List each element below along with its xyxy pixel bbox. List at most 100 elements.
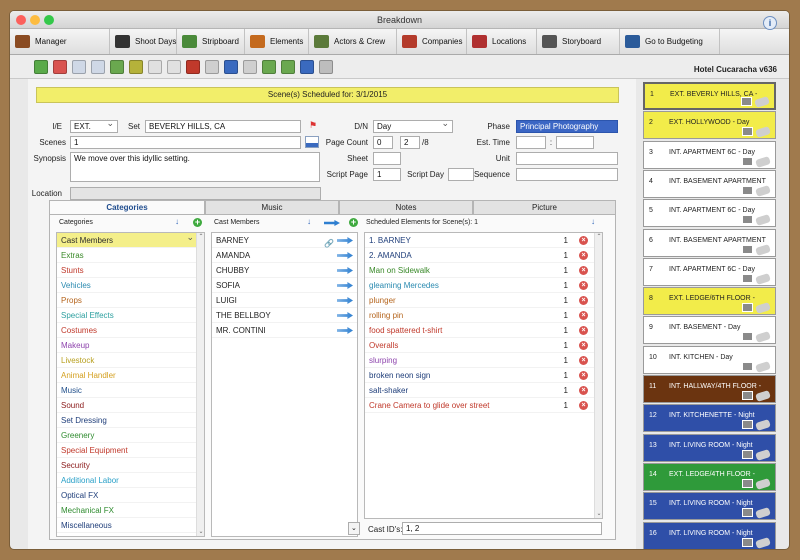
remove-element-icon[interactable]: × — [579, 266, 588, 275]
cast-ids-field[interactable]: 1, 2 — [402, 522, 602, 535]
nav-go-to-budgeting[interactable]: Go to Budgeting — [620, 29, 720, 54]
strip-15[interactable]: 15 INT. LIVING ROOM - Night — [643, 492, 776, 521]
nav-manager[interactable]: Manager — [10, 29, 110, 54]
scheduled-sort-icon[interactable]: ↓ — [591, 217, 595, 226]
close-window-button[interactable] — [16, 15, 26, 25]
strip-7[interactable]: 7 INT. APARTMENT 6C - Day — [643, 257, 776, 286]
scheduled-element-item[interactable]: Man on Sidewalk 1 × — [365, 263, 594, 278]
nav-locations[interactable]: Locations — [467, 29, 537, 54]
category-item[interactable]: Mechanical FX — [57, 503, 197, 518]
help-icon[interactable]: i — [763, 16, 777, 30]
category-item[interactable]: Cast Members — [57, 233, 197, 248]
add-to-scene-arrow-icon[interactable] — [337, 252, 353, 259]
nav-actors-crew[interactable]: Actors & Crew — [309, 29, 397, 54]
remove-element-icon[interactable]: × — [579, 341, 588, 350]
remove-element-icon[interactable]: × — [579, 281, 588, 290]
nav-shoot-days[interactable]: Shoot Days — [110, 29, 177, 54]
scheduled-element-item[interactable]: Overalls 1 × — [365, 338, 594, 353]
category-item[interactable]: Special Equipment — [57, 443, 197, 458]
remove-element-icon[interactable]: × — [579, 251, 588, 260]
minimize-window-button[interactable] — [30, 15, 40, 25]
cast-member-item[interactable]: MR. CONTINI — [212, 323, 357, 338]
pagecount-whole-field[interactable]: 0 — [373, 136, 393, 149]
category-item[interactable]: Optical FX — [57, 488, 197, 503]
category-item[interactable]: Security — [57, 458, 197, 473]
add-element-icon[interactable]: + — [349, 218, 358, 227]
copy-scene-icon[interactable] — [72, 60, 86, 74]
add-category-icon[interactable]: + — [193, 218, 202, 227]
nav-storyboard[interactable]: Storyboard — [537, 29, 620, 54]
scheduled-element-item[interactable]: rolling pin 1 × — [365, 308, 594, 323]
remove-element-icon[interactable]: × — [579, 401, 588, 410]
esttime-hours-field[interactable] — [516, 136, 546, 149]
strip-5[interactable]: 5 INT. APARTMENT 6C - Day — [643, 199, 776, 228]
unit-field[interactable] — [516, 152, 618, 165]
synopsis-field[interactable]: We move over this idyllic setting. — [70, 152, 320, 182]
strip-16[interactable]: 16 INT. LIVING ROOM - Night — [643, 521, 776, 549]
category-item[interactable]: Music — [57, 383, 197, 398]
set-field[interactable]: BEVERLY HILLS, CA — [145, 120, 301, 133]
scheduled-element-item[interactable]: salt-shaker 1 × — [365, 383, 594, 398]
category-item[interactable]: Animal Handler — [57, 368, 197, 383]
nav-elements[interactable]: Elements — [245, 29, 309, 54]
cast-member-item[interactable]: THE BELLBOY — [212, 308, 357, 323]
esttime-minutes-field[interactable] — [556, 136, 594, 149]
cast-member-item[interactable]: AMANDA — [212, 248, 357, 263]
scenes-field[interactable]: 1 — [70, 136, 301, 149]
category-item[interactable]: Livestock — [57, 353, 197, 368]
add-to-scene-arrow-icon[interactable] — [337, 267, 353, 274]
strip-12[interactable]: 12 INT. KITCHENETTE - Night — [643, 404, 776, 433]
scheduled-element-item[interactable]: 2. AMANDA 1 × — [365, 248, 594, 263]
category-item[interactable]: Set Dressing — [57, 413, 197, 428]
strip-1[interactable]: 1 EXT. BEVERLY HILLS, CA - — [643, 82, 776, 110]
scheduled-element-item[interactable]: slurping 1 × — [365, 353, 594, 368]
scheduled-element-item[interactable]: broken neon sign 1 × — [365, 368, 594, 383]
remove-element-icon[interactable]: × — [579, 296, 588, 305]
scheduled-element-item[interactable]: plunger 1 × — [365, 293, 594, 308]
location-field[interactable] — [70, 187, 321, 200]
delete-scene-icon[interactable] — [53, 60, 67, 74]
nav-companies[interactable]: Companies — [397, 29, 467, 54]
categories-sort-icon[interactable]: ↓ — [175, 217, 179, 226]
remove-element-icon[interactable]: × — [579, 236, 588, 245]
category-item[interactable]: Makeup — [57, 338, 197, 353]
scheduled-element-item[interactable]: Crane Camera to glide over street 1 × — [365, 398, 594, 413]
dn-select[interactable]: Day — [373, 120, 453, 133]
cast-member-item[interactable]: LUIGI — [212, 293, 357, 308]
sequence-field[interactable] — [516, 168, 618, 181]
category-item[interactable]: Greenery — [57, 428, 197, 443]
remove-element-icon[interactable]: × — [579, 386, 588, 395]
phase-field[interactable]: Principal Photography — [516, 120, 618, 133]
strip-9[interactable]: 9 INT. BASEMENT - Day — [643, 316, 776, 345]
category-item[interactable]: Costumes — [57, 323, 197, 338]
zoom-window-button[interactable] — [44, 15, 54, 25]
strip-14[interactable]: 14 EXT. LEDGE/4TH FLOOR - — [643, 462, 776, 491]
tab-picture[interactable]: Picture — [473, 200, 616, 215]
remove-element-icon[interactable]: × — [579, 326, 588, 335]
cast-list-scroll-down-icon[interactable]: ⌄ — [348, 522, 360, 535]
cast-member-item[interactable]: CHUBBY — [212, 263, 357, 278]
strip-3[interactable]: 3 INT. APARTMENT 6C - Day — [643, 140, 776, 169]
add-all-arrow-icon[interactable] — [324, 220, 340, 226]
scriptpage-field[interactable]: 1 — [373, 168, 401, 181]
duplicate-scene-icon[interactable] — [91, 60, 105, 74]
strip-8[interactable]: 8 EXT. LEDGE/6TH FLOOR - — [643, 287, 776, 316]
strip-11[interactable]: 11 INT. HALLWAY/4TH FLOOR - — [643, 375, 776, 403]
add-to-scene-arrow-icon[interactable] — [337, 237, 353, 244]
tag-icon[interactable] — [205, 60, 219, 74]
scheduled-element-item[interactable]: gleaming Mercedes 1 × — [365, 278, 594, 293]
category-item[interactable]: Vehicles — [57, 278, 197, 293]
category-item[interactable]: Extras — [57, 248, 197, 263]
scenes-picker-icon[interactable] — [305, 136, 319, 148]
box-icon[interactable] — [319, 60, 333, 74]
add-to-scene-arrow-icon[interactable] — [337, 312, 353, 319]
scheduled-element-item[interactable]: 1. BARNEY 1 × — [365, 233, 594, 248]
export-icon[interactable] — [167, 60, 181, 74]
remove-element-icon[interactable]: × — [579, 356, 588, 365]
scroll-up-icon[interactable]: ⌃ — [197, 233, 204, 241]
category-item[interactable]: Special Effects — [57, 308, 197, 323]
strip-13[interactable]: 13 INT. LIVING ROOM - Night — [643, 433, 776, 462]
nav-stripboard[interactable]: Stripboard — [177, 29, 245, 54]
tab-categories[interactable]: Categories — [49, 200, 205, 215]
cast-member-item[interactable]: BARNEY 🔗 — [212, 233, 357, 248]
